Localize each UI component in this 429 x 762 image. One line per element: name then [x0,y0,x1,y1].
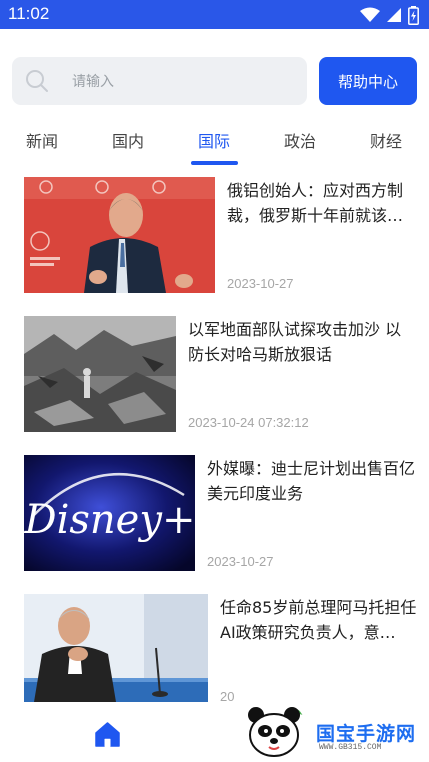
news-item[interactable]: Disney+ 外媒曝：迪士尼计划出售百亿美元印度业务 2023-10-27 [0,455,429,573]
active-tab-indicator [191,161,238,165]
news-title: 外媒曝：迪士尼计划出售百亿美元印度业务 [207,459,416,503]
news-item[interactable]: 以军地面部队试探攻击加沙 以防长对哈马斯放狠话 2023-10-24 07:32… [0,316,429,434]
watermark-brand: 国宝手游网 [316,723,417,745]
news-thumbnail: Disney+ [24,455,195,571]
panda-logo-icon [248,707,303,757]
search-input[interactable]: 请输入 [12,57,307,105]
help-center-button[interactable]: 帮助中心 [319,57,417,105]
news-date: 2023-10-27 [227,276,294,291]
tab-domestic[interactable]: 国内 [98,128,158,152]
news-date: 2023-10-27 [207,554,274,569]
category-tabs: 新闻 国内 国际 政治 财经 [0,124,429,168]
home-icon[interactable] [94,721,121,748]
news-title: 以军地面部队试探攻击加沙 以防长对哈马斯放狠话 [188,320,402,364]
status-bar: 11:02 [0,0,429,29]
disney-logo-text: Disney+ [24,497,195,543]
tab-politics[interactable]: 政治 [270,128,330,152]
tab-international[interactable]: 国际 [184,128,244,152]
news-date: 2023-10-24 07:32:12 [188,415,309,430]
news-thumbnail [24,177,215,293]
news-title: 俄铝创始人：应对西方制裁，俄罗斯十年前就该… [227,181,404,225]
signal-icon [387,8,401,22]
news-thumbnail [24,594,208,702]
wifi-icon [360,7,380,22]
tab-finance[interactable]: 财经 [356,128,416,152]
news-item[interactable]: 俄铝创始人：应对西方制裁，俄罗斯十年前就该… 2023-10-27 [0,177,429,295]
status-time: 11:02 [8,4,50,23]
search-row: 请输入 帮助中心 [0,29,429,124]
watermark-url: WWW.GB315.COM [319,743,382,752]
news-title: 任命85岁前总理阿马托担任AI政策研究负责人，意… [220,598,417,642]
battery-icon [408,5,419,25]
bottom-nav: 国宝手游网 WWW.GB315.COM [0,705,429,762]
search-icon [26,70,48,92]
watermark: 国宝手游网 WWW.GB315.COM [236,705,429,762]
news-thumbnail [24,316,176,432]
search-placeholder: 请输入 [72,74,114,90]
tab-news[interactable]: 新闻 [12,128,72,152]
status-icons [360,5,419,25]
news-date: 20 [220,689,235,704]
news-item[interactable]: 任命85岁前总理阿马托担任AI政策研究负责人，意… 20 [0,594,429,712]
